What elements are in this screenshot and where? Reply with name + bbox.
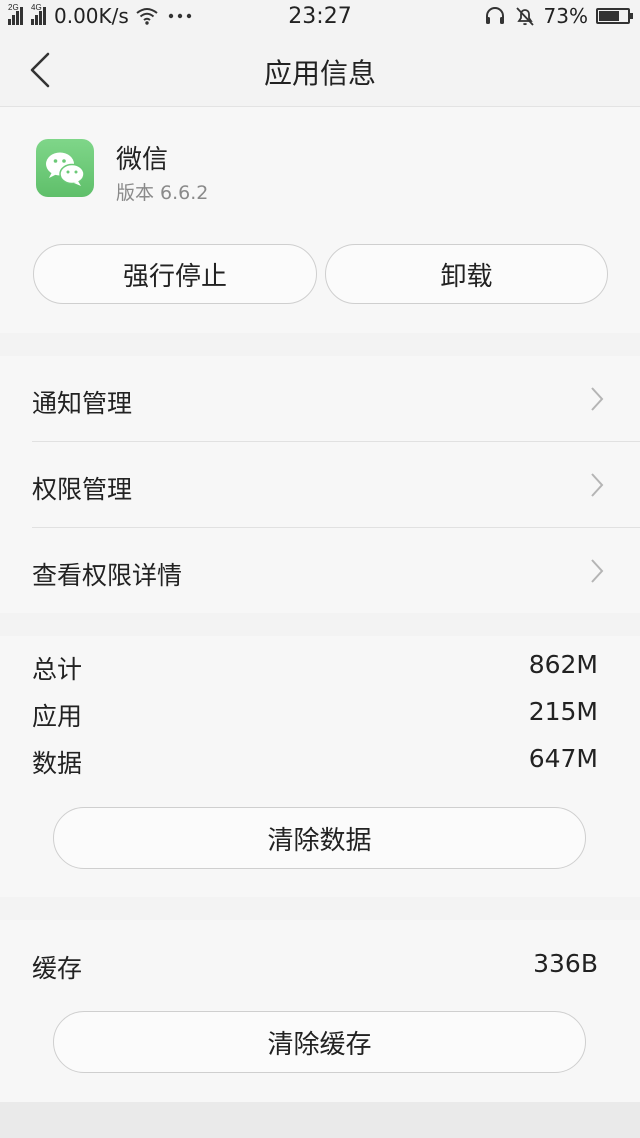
cache-value: 336B bbox=[533, 949, 598, 978]
status-bar: 2G 4G 0.00K/s 23:27 73% bbox=[0, 0, 640, 34]
settings-menu: 通知管理 权限管理 查看权限详情 bbox=[0, 356, 640, 613]
chevron-right-icon bbox=[591, 559, 604, 583]
storage-label: 总计 bbox=[32, 655, 83, 684]
chevron-right-icon bbox=[591, 387, 604, 411]
chevron-right-icon bbox=[591, 473, 604, 497]
title-bar: 应用信息 bbox=[0, 34, 640, 107]
headset-icon bbox=[485, 7, 504, 24]
menu-item-label: 权限管理 bbox=[32, 475, 133, 504]
app-version: 版本 6.6.2 bbox=[116, 182, 209, 204]
storage-value: 647M bbox=[528, 744, 598, 773]
cache-card: 缓存 336B 清除缓存 bbox=[0, 920, 640, 1102]
battery-percent: 73% bbox=[543, 4, 588, 28]
storage-row-app: 应用 215M bbox=[32, 697, 598, 731]
battery-icon bbox=[596, 8, 633, 24]
page-title: 应用信息 bbox=[263, 57, 376, 90]
menu-item-permissions[interactable]: 权限管理 bbox=[32, 442, 640, 527]
app-name: 微信 bbox=[116, 145, 169, 175]
menu-item-permission-details[interactable]: 查看权限详情 bbox=[32, 528, 640, 613]
storage-label: 应用 bbox=[32, 702, 83, 731]
bottom-strip bbox=[0, 1102, 640, 1138]
storage-value: 862M bbox=[528, 650, 598, 679]
battery-level-fill bbox=[599, 11, 619, 21]
app-info-card: 微信 版本 6.6.2 强行停止 卸载 bbox=[0, 107, 640, 333]
clear-cache-button[interactable]: 清除缓存 bbox=[53, 1011, 586, 1073]
wechat-bubbles-icon bbox=[46, 152, 85, 186]
clear-data-button[interactable]: 清除数据 bbox=[53, 807, 586, 869]
menu-item-label: 查看权限详情 bbox=[32, 561, 183, 590]
storage-row-data: 数据 647M bbox=[32, 744, 598, 778]
menu-item-label: 通知管理 bbox=[32, 389, 133, 418]
uninstall-button[interactable]: 卸载 bbox=[325, 244, 608, 304]
menu-item-notification[interactable]: 通知管理 bbox=[32, 356, 640, 441]
mute-icon bbox=[515, 7, 534, 26]
cache-row: 缓存 336B bbox=[32, 949, 598, 983]
cache-label: 缓存 bbox=[32, 954, 83, 983]
force-stop-button[interactable]: 强行停止 bbox=[33, 244, 317, 304]
storage-label: 数据 bbox=[32, 749, 83, 778]
storage-card: 总计 862M 应用 215M 数据 647M 清除数据 bbox=[0, 636, 640, 897]
storage-value: 215M bbox=[528, 697, 598, 726]
wechat-icon bbox=[36, 139, 94, 197]
status-right: 73% bbox=[484, 4, 633, 28]
storage-row-total: 总计 862M bbox=[32, 650, 598, 684]
